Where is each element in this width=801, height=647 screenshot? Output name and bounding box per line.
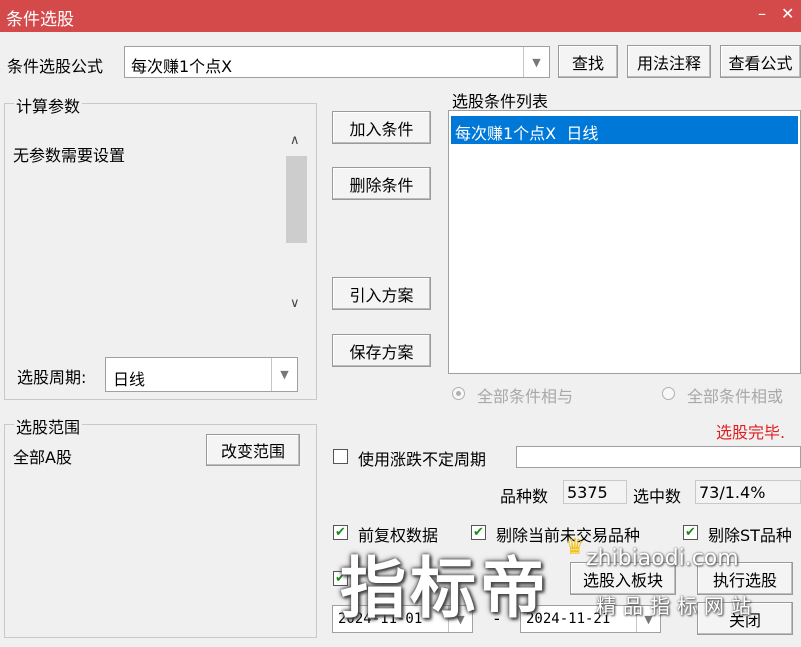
period-label: 选股周期:	[17, 368, 87, 387]
formula-value: 每次赚1个点X	[131, 57, 233, 76]
variable-period-label: 使用涨跌不定周期	[358, 450, 487, 469]
import-scheme-button[interactable]: 引入方案	[332, 277, 431, 310]
logic-or-label: 全部条件相或	[687, 387, 784, 406]
formula-label: 条件选股公式	[7, 57, 104, 76]
range-group-label: 选股范围	[14, 414, 83, 438]
count-field: 5375	[563, 480, 627, 504]
period-select[interactable]: 日线 ▼	[105, 357, 298, 392]
logic-or-radio[interactable]	[662, 387, 675, 400]
selected-value: 73/1.4%	[699, 483, 766, 502]
period-value: 日线	[113, 370, 146, 389]
close-icon[interactable]: ✕	[781, 4, 794, 23]
scroll-down-icon[interactable]: ∨	[290, 296, 300, 311]
find-button[interactable]: 查找	[558, 45, 618, 78]
list-item-label: 每次赚1个点X 日线	[455, 124, 599, 143]
add-condition-button[interactable]: 加入条件	[332, 111, 431, 144]
crown-icon: ♛	[565, 535, 585, 560]
params-message: 无参数需要设置	[13, 146, 126, 165]
chevron-down-icon[interactable]: ▼	[523, 47, 549, 77]
exclude-st-label: 剔除ST品种	[708, 526, 792, 545]
range-value: 全部A股	[13, 448, 72, 467]
list-item[interactable]: 每次赚1个点X 日线	[451, 116, 798, 144]
chevron-down-icon[interactable]: ▼	[271, 358, 297, 391]
exclude-st-checkbox[interactable]: ✔	[683, 525, 698, 540]
usage-notes-button[interactable]: 用法注释	[627, 45, 711, 78]
scrollbar-thumb[interactable]	[286, 156, 307, 243]
delete-condition-button[interactable]: 删除条件	[332, 167, 431, 200]
count-value: 5375	[567, 483, 608, 502]
formula-select[interactable]: 每次赚1个点X ▼	[124, 46, 550, 78]
change-range-button[interactable]: 改变范围	[206, 434, 300, 466]
logic-and-radio[interactable]	[452, 387, 465, 400]
logic-and-label: 全部条件相与	[477, 387, 574, 406]
window-title: 条件选股	[6, 10, 74, 30]
condition-list[interactable]: 每次赚1个点X 日线	[448, 110, 801, 374]
count-label: 品种数	[500, 487, 549, 506]
view-formula-button[interactable]: 查看公式	[720, 45, 801, 78]
variable-period-input[interactable]	[516, 446, 801, 468]
title-bar: 条件选股 – ✕	[0, 0, 801, 32]
params-group-label: 计算参数	[14, 93, 83, 117]
minimize-icon[interactable]: –	[758, 4, 766, 23]
watermark-domain: zhibiaodi.com	[586, 546, 739, 571]
condition-list-header: 选股条件列表	[452, 92, 549, 111]
params-scrollbar[interactable]: ∧ ∨	[285, 131, 308, 317]
selected-label: 选中数	[633, 487, 682, 506]
status-text: 选股完毕.	[716, 423, 786, 442]
watermark-slogan: 精品指标网站	[596, 594, 758, 618]
scroll-up-icon[interactable]: ∧	[290, 133, 300, 148]
variable-period-checkbox[interactable]	[333, 449, 348, 464]
save-scheme-button[interactable]: 保存方案	[332, 334, 431, 367]
selected-field: 73/1.4%	[695, 480, 801, 504]
watermark-brand: 指标帝	[340, 550, 550, 627]
